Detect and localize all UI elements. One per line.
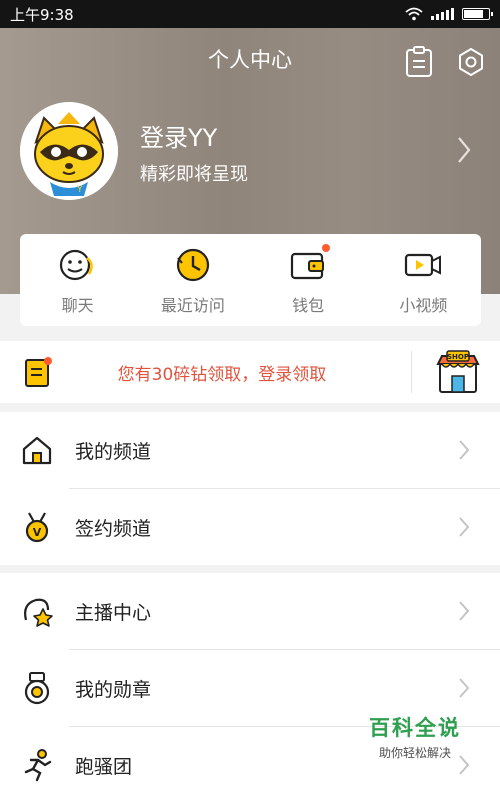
watermark-title: 百科全说 xyxy=(369,716,461,740)
menu-item-label: 主播中心 xyxy=(75,601,152,624)
promo-text[interactable]: 您有30碎钻领取，登录领取 xyxy=(53,360,411,385)
menu-item-label: 我的勋章 xyxy=(75,678,152,701)
quick-actions-card: 聊天 最近访问 钱包 小视频 xyxy=(20,234,481,326)
settings-icon[interactable] xyxy=(456,47,486,77)
watermark-subtitle: 助你轻松解决 xyxy=(378,746,451,760)
wifi-icon xyxy=(405,7,423,21)
menu-item-label: 我的频道 xyxy=(75,440,152,463)
login-prompt[interactable]: 登录YY xyxy=(140,118,217,153)
avatar[interactable]: Y xyxy=(20,102,118,200)
runner-icon xyxy=(24,749,52,782)
chevron-right-icon xyxy=(459,440,470,460)
svg-text:Y: Y xyxy=(76,185,83,195)
quick-action-chat[interactable]: 聊天 xyxy=(20,234,135,326)
quick-action-label: 钱包 xyxy=(292,296,325,315)
video-icon xyxy=(405,253,442,277)
task-card-icon xyxy=(25,357,52,387)
status-bar: 上午9:38 xyxy=(0,0,500,28)
menu-group-channels: 我的频道 V 签约频道 xyxy=(0,412,500,565)
medal-icon: V xyxy=(25,512,49,543)
quick-action-label: 聊天 xyxy=(61,296,94,315)
notification-badge xyxy=(321,244,330,252)
menu-item-my-channel[interactable]: 我的频道 xyxy=(0,412,500,488)
wallet-icon xyxy=(291,252,325,280)
clock-icon xyxy=(176,248,209,282)
quick-action-video[interactable]: 小视频 xyxy=(366,234,481,326)
badge-icon xyxy=(24,672,50,705)
chevron-right-icon xyxy=(459,517,470,537)
quick-action-label: 最近访问 xyxy=(160,296,225,315)
shop-sign-text: SHOP xyxy=(447,353,469,361)
signal-icon xyxy=(431,8,454,20)
shop-icon[interactable]: SHOP xyxy=(434,348,482,396)
chat-icon xyxy=(59,249,93,281)
quick-action-label: 小视频 xyxy=(399,296,448,315)
status-icons xyxy=(405,7,493,21)
chevron-right-icon[interactable] xyxy=(456,136,472,164)
promo-banner[interactable]: 您有30碎钻领取，登录领取 SHOP xyxy=(0,341,500,403)
battery-icon xyxy=(462,8,493,20)
raccoon-mascot-icon: Y xyxy=(20,102,118,200)
menu-item-label: 签约频道 xyxy=(75,517,152,540)
promo-divider xyxy=(411,351,412,393)
chevron-right-icon xyxy=(459,601,470,621)
quick-action-recent[interactable]: 最近访问 xyxy=(135,234,250,326)
status-time: 上午9:38 xyxy=(10,5,74,24)
chevron-right-icon xyxy=(459,678,470,698)
watermark: 百科全说 助你轻松解决 xyxy=(360,712,470,761)
clipboard-icon[interactable] xyxy=(404,46,434,78)
anchor-star-icon xyxy=(24,598,53,627)
menu-item-anchor-center[interactable]: 主播中心 xyxy=(0,573,500,649)
house-icon xyxy=(22,436,52,465)
quick-action-wallet[interactable]: 钱包 xyxy=(251,234,366,326)
profile-subtitle: 精彩即将呈现 xyxy=(140,164,248,185)
menu-item-signed-channel[interactable]: V 签约频道 xyxy=(0,489,500,565)
svg-text:V: V xyxy=(33,526,42,539)
